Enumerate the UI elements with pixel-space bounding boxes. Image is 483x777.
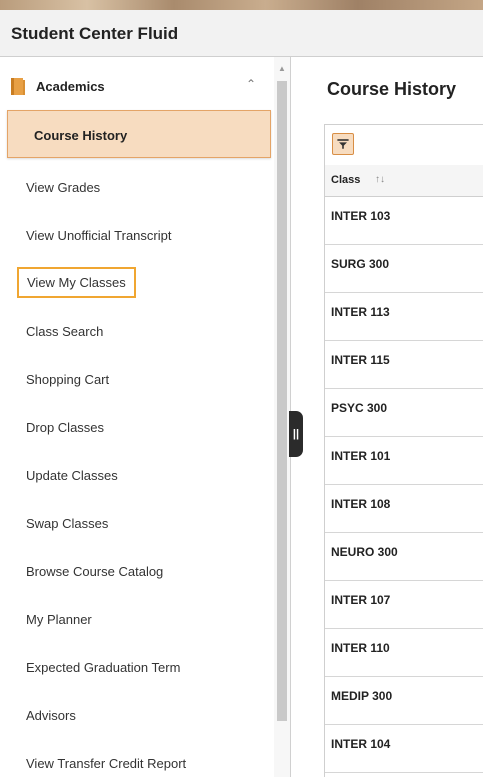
sidebar-item-my-planner[interactable]: My Planner <box>7 595 271 643</box>
sidebar-item-label: Expected Graduation Term <box>26 660 181 675</box>
sidebar-item-label: Shopping Cart <box>26 372 110 387</box>
sidebar-item-view-transfer-credit-report[interactable]: View Transfer Credit Report <box>7 739 271 777</box>
app-header: Student Center Fluid <box>0 10 483 57</box>
sidebar-item-expected-graduation-term[interactable]: Expected Graduation Term <box>7 643 271 691</box>
class-cell: INTER 113 <box>331 305 390 319</box>
class-cell: NEURO 300 <box>331 545 398 559</box>
table-row[interactable]: PSYC 300 <box>325 389 483 437</box>
class-cell: SURG 300 <box>331 257 390 271</box>
table-row[interactable]: INTER 107 <box>325 581 483 629</box>
column-header-class[interactable]: Class ↑↓ <box>325 165 483 197</box>
sidebar: Academics ⌃ Course History View Grades V… <box>0 57 274 777</box>
sidebar-item-label: View Unofficial Transcript <box>26 228 172 243</box>
class-cell: INTER 101 <box>331 449 391 463</box>
table-row[interactable]: INTER 110 <box>325 629 483 677</box>
class-cell: INTER 108 <box>331 497 391 511</box>
table-row[interactable]: INTER 101 <box>325 437 483 485</box>
class-cell: INTER 107 <box>331 593 391 607</box>
sidebar-item-view-grades[interactable]: View Grades <box>7 163 271 211</box>
page-title: Course History <box>327 79 457 99</box>
sidebar-item-label: My Planner <box>26 612 92 627</box>
course-history-grid: Class ↑↓ INTER 103 SURG 300 INTER 113 IN… <box>324 124 483 777</box>
sidebar-item-advisors[interactable]: Advisors <box>7 691 271 739</box>
table-row[interactable]: INTER 115 <box>325 341 483 389</box>
scroll-up-arrow-icon[interactable]: ▲ <box>278 64 286 73</box>
main-content: Course History Class ↑↓ INTER 103 SURG 3… <box>291 57 483 777</box>
header-banner-image <box>0 0 483 10</box>
column-header-label: Class <box>331 174 361 186</box>
sidebar-item-browse-course-catalog[interactable]: Browse Course Catalog <box>7 547 271 595</box>
sidebar-item-label: Update Classes <box>26 468 118 483</box>
class-cell: INTER 104 <box>331 737 391 751</box>
table-row[interactable]: INTER 104 <box>325 725 483 773</box>
sort-icon[interactable]: ↑↓ <box>375 174 385 185</box>
class-cell: PSYC 300 <box>331 401 388 415</box>
sidebar-item-drop-classes[interactable]: Drop Classes <box>7 403 271 451</box>
sidebar-item-course-history[interactable]: Course History <box>7 110 271 158</box>
table-row[interactable]: INTER 113 <box>325 293 483 341</box>
class-cell: INTER 115 <box>331 353 390 367</box>
sidebar-section-label: Academics <box>36 79 105 94</box>
sidebar-item-shopping-cart[interactable]: Shopping Cart <box>7 355 271 403</box>
sidebar-scrollbar[interactable]: ▲ <box>274 57 290 777</box>
table-row[interactable]: SURG 300 <box>325 245 483 293</box>
sidebar-item-label: Course History <box>34 128 128 143</box>
sidebar-item-label: View My Classes <box>17 267 136 298</box>
sidebar-item-label: Swap Classes <box>26 516 109 531</box>
class-cell: MEDIP 300 <box>331 689 393 703</box>
grid-toolbar <box>325 125 483 166</box>
app-title: Student Center Fluid <box>11 24 179 43</box>
filter-button[interactable] <box>332 133 354 155</box>
sidebar-item-label: View Grades <box>26 180 101 195</box>
sidebar-item-label: Drop Classes <box>26 420 105 435</box>
filter-icon <box>337 139 349 149</box>
class-cell: INTER 110 <box>331 641 390 655</box>
table-row[interactable]: INTER 108 <box>325 485 483 533</box>
sidebar-item-update-classes[interactable]: Update Classes <box>7 451 271 499</box>
sidebar-item-label: Browse Course Catalog <box>26 564 164 579</box>
book-icon <box>11 78 25 95</box>
sidebar-item-label: View Transfer Credit Report <box>26 756 187 771</box>
sidebar-item-view-unofficial-transcript[interactable]: View Unofficial Transcript <box>7 211 271 259</box>
scrollbar-thumb[interactable] <box>277 81 287 721</box>
sidebar-item-label: Class Search <box>26 324 104 339</box>
class-cell: INTER 103 <box>331 209 391 223</box>
table-row[interactable]: INTER 103 <box>325 197 483 245</box>
sidebar-item-class-search[interactable]: Class Search <box>7 307 271 355</box>
sidebar-section-academics[interactable]: Academics ⌃ <box>0 57 274 109</box>
sidebar-item-swap-classes[interactable]: Swap Classes <box>7 499 271 547</box>
table-row[interactable]: MEDIP 300 <box>325 677 483 725</box>
chevron-up-icon[interactable]: ⌃ <box>246 77 256 91</box>
sidebar-item-view-my-classes[interactable]: View My Classes <box>7 259 271 307</box>
sidebar-item-label: Advisors <box>26 708 76 723</box>
table-row[interactable]: NEURO 300 <box>325 533 483 581</box>
